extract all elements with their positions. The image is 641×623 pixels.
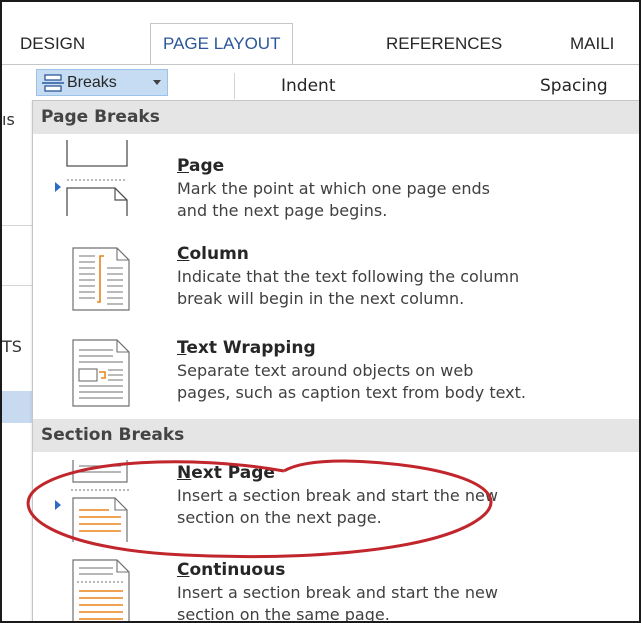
doc-divider xyxy=(2,225,32,226)
menu-item-description: Separate text around objects on web pages… xyxy=(177,361,526,402)
ribbon-divider xyxy=(234,73,235,99)
breaks-dropdown-menu: Page Breaks Page Mark the point at which… xyxy=(32,100,639,623)
page-break-icon xyxy=(57,138,137,222)
document-edge: ıs TS xyxy=(2,100,32,621)
doc-divider xyxy=(2,285,32,286)
chevron-down-icon xyxy=(153,80,161,85)
breaks-label: Breaks xyxy=(67,74,117,91)
menu-item-title: Continuous xyxy=(177,560,286,580)
column-break-icon xyxy=(57,246,137,316)
menu-item-page[interactable]: Page Mark the point at which one page en… xyxy=(33,134,639,226)
menu-item-description: Insert a section break and start the new… xyxy=(177,486,498,527)
menu-item-description: Insert a section break and start the new… xyxy=(177,583,498,623)
tab-references[interactable]: REFERENCES xyxy=(374,24,514,64)
indent-label: Indent xyxy=(281,76,336,96)
menu-item-next-page[interactable]: Next Page Insert a section break and sta… xyxy=(33,452,639,550)
menu-item-column[interactable]: Column Indicate that the text following … xyxy=(33,226,639,324)
tab-design[interactable]: DESIGN xyxy=(8,24,97,64)
menu-item-description: Indicate that the text following the col… xyxy=(177,267,520,308)
breaks-icon xyxy=(41,74,65,99)
text-wrapping-icon xyxy=(57,338,137,412)
continuous-section-icon xyxy=(57,558,137,621)
ribbon-page-setup-row: Breaks Indent Spacing xyxy=(2,64,639,101)
page-breaks-header: Page Breaks xyxy=(33,101,639,134)
menu-item-title: Column xyxy=(177,244,249,264)
section-breaks-header: Section Breaks xyxy=(33,419,639,452)
spacing-label: Spacing xyxy=(540,76,608,96)
tab-mailings[interactable]: MAILI xyxy=(558,24,626,64)
doc-text-fragment: ıs xyxy=(2,110,15,129)
doc-text-fragment: TS xyxy=(2,337,22,356)
menu-item-continuous[interactable]: Continuous Insert a section break and st… xyxy=(33,550,639,623)
menu-item-text-wrapping[interactable]: Text Wrapping Separate text around objec… xyxy=(33,324,639,419)
tab-page-layout[interactable]: PAGE LAYOUT xyxy=(150,23,294,64)
menu-item-title: Page xyxy=(177,156,225,176)
ribbon-tab-bar: DESIGN PAGE LAYOUT REFERENCES MAILI xyxy=(2,2,639,64)
breaks-dropdown-button[interactable]: Breaks xyxy=(36,69,168,96)
menu-item-title: Next Page xyxy=(177,463,275,483)
next-page-section-icon xyxy=(57,458,137,548)
menu-item-title: Text Wrapping xyxy=(177,338,316,358)
screenshot-frame: DESIGN PAGE LAYOUT REFERENCES MAILI Brea… xyxy=(0,0,641,623)
menu-item-description: Mark the point at which one page ends and… xyxy=(177,179,491,220)
doc-selection-highlight xyxy=(2,391,32,423)
